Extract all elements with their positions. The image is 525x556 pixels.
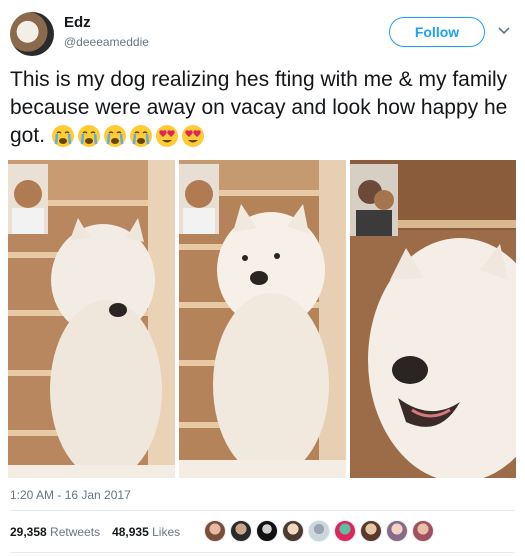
divider: [10, 510, 515, 511]
photo-2[interactable]: [179, 160, 346, 478]
chevron-down-icon[interactable]: [497, 24, 511, 38]
tweet-stats: 29,358 Retweets 48,935 Likes: [10, 520, 192, 544]
liker-avatar[interactable]: [204, 520, 226, 542]
author-avatar[interactable]: [10, 12, 54, 56]
crying-face-emoji-icon: [103, 125, 126, 148]
liker-avatar[interactable]: [412, 520, 434, 542]
dog-photo-image: [179, 160, 346, 478]
dog-photo-image: [8, 160, 175, 478]
liker-avatar[interactable]: [230, 520, 252, 542]
liker-avatar[interactable]: [386, 520, 408, 542]
emoji-row: [51, 124, 205, 148]
dog-photo-image: [350, 160, 516, 478]
liker-avatar[interactable]: [256, 520, 278, 542]
tweet-timestamp[interactable]: 1:20 AM - 16 Jan 2017: [10, 488, 131, 502]
liker-avatar[interactable]: [308, 520, 330, 542]
tweet-text: This is my dog realizing hes fting with …: [10, 66, 515, 150]
liker-avatar[interactable]: [360, 520, 382, 542]
photo-1[interactable]: [8, 160, 175, 478]
likes-count: 48,935: [112, 525, 149, 539]
likes-label: Likes: [152, 525, 181, 539]
heart-eyes-emoji-icon: [155, 125, 178, 148]
author-handle[interactable]: @deeeameddie: [64, 35, 149, 49]
retweets-count: 29,358: [10, 525, 47, 539]
follow-button[interactable]: Follow: [389, 17, 485, 47]
photo-3[interactable]: [350, 160, 516, 478]
tweet-header: Edz @deeeameddie Follow: [10, 10, 515, 56]
crying-face-emoji-icon: [129, 125, 152, 148]
photo-grid: [8, 160, 516, 478]
divider: [10, 552, 515, 553]
crying-face-emoji-icon: [77, 125, 100, 148]
liker-avatar[interactable]: [334, 520, 356, 542]
crying-face-emoji-icon: [51, 125, 74, 148]
retweets-label: Retweets: [50, 525, 101, 539]
likers-avatars: [204, 520, 434, 542]
liker-avatar[interactable]: [282, 520, 304, 542]
retweets-stat[interactable]: 29,358 Retweets: [10, 525, 100, 539]
author-name[interactable]: Edz: [64, 14, 91, 31]
heart-eyes-emoji-icon: [181, 125, 204, 148]
likes-stat[interactable]: 48,935 Likes: [112, 525, 180, 539]
